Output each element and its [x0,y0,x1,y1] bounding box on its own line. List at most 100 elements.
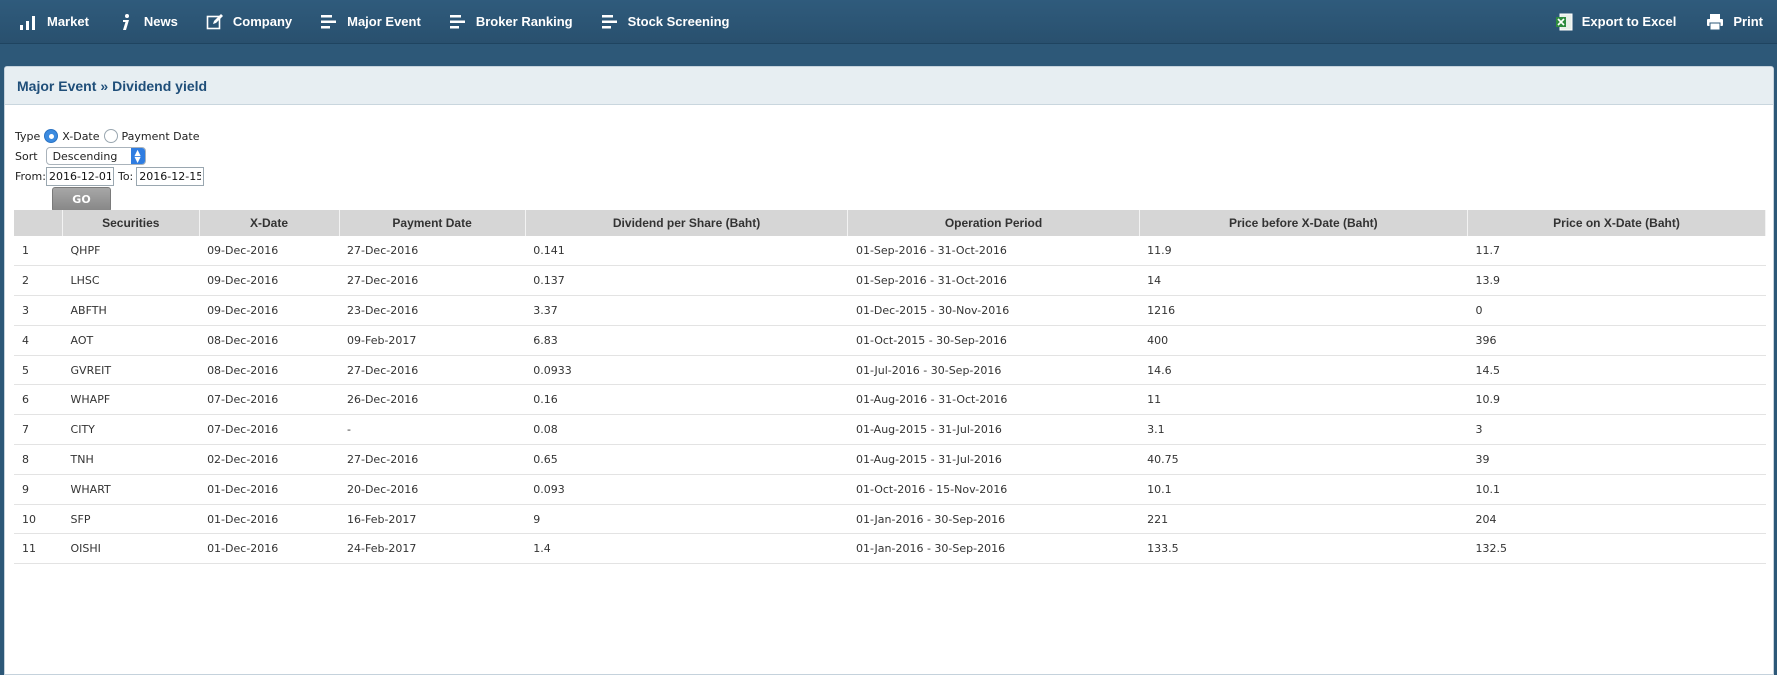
security-symbol-cell[interactable]: ABFTH [62,295,200,326]
price-on-x-date-cell: 396 [1467,325,1766,356]
table-row: 1 QHPF 09-Dec-2016 27-Dec-2016 0.141 01-Sep-2… [14,236,1766,267]
price-before-x-date-cell: 221 [1139,504,1468,535]
table-row: 10 SFP 01-Dec-2016 16-Feb-2017 9 01-Jan-2016 … [14,504,1766,535]
x-date-cell: 01-Dec-2016 [199,504,339,535]
dividend-table: Securities X-Date Payment Date Dividend … [14,210,1766,565]
table-row: 9 WHART 01-Dec-2016 20-Dec-2016 0.093 01-Oct-… [14,474,1766,505]
payment-date-cell: 27-Dec-2016 [339,236,526,267]
security-symbol-cell[interactable]: AOT [62,325,200,356]
security-symbol-cell[interactable]: WHART [62,474,200,505]
row-index-cell: 10 [14,504,63,535]
price-on-x-date-cell: 13.9 [1467,265,1766,297]
column-header-dividend[interactable]: Dividend per Share (Baht) [525,210,849,236]
payment-date-cell: 20-Dec-2016 [339,474,526,505]
operation-period-cell: 01-Aug-2015 - 31-Jul-2016 [847,414,1140,446]
list-icon [318,12,340,32]
nav-broker-ranking[interactable]: Broker Ranking [447,0,573,44]
operation-period-cell: 01-Dec-2015 - 30-Nov-2016 [847,295,1140,326]
column-header-payment-date[interactable]: Payment Date [339,210,526,236]
dividend-per-share-cell: 0.093 [525,474,848,505]
nav-news[interactable]: News [115,0,178,44]
payment-date-cell: 16-Feb-2017 [339,504,526,535]
print-button[interactable]: Print [1704,0,1763,44]
dividend-table-container: Securities X-Date Payment Date Dividend … [14,210,1766,565]
breadcrumb-section[interactable]: Major Event [17,78,96,94]
export-excel-label: Export to Excel [1581,14,1677,29]
security-symbol-cell[interactable]: GVREIT [62,355,200,386]
column-header-securities[interactable]: Securities [62,210,200,236]
x-date-cell: 08-Dec-2016 [199,325,339,356]
security-symbol-cell[interactable]: WHAPF [62,384,200,416]
price-before-x-date-cell: 40.75 [1139,444,1468,475]
from-date-input[interactable] [45,166,114,186]
dividend-per-share-cell: 0.65 [525,444,848,475]
nav-market-label: Market [47,14,89,29]
nav-broker-ranking-label: Broker Ranking [475,14,573,29]
nav-stock-screening-label: Stock Screening [627,14,730,29]
security-symbol-cell[interactable]: LHSC [62,265,200,297]
utility-menu: Export to Excel Print [1525,0,1777,44]
payment-date-cell: 24-Feb-2017 [339,533,526,565]
type-payment-date-label[interactable]: Payment Date [122,130,200,143]
row-index-cell: 2 [14,265,63,297]
price-on-x-date-cell: 132.5 [1467,533,1766,565]
dividend-per-share-cell: 1.4 [525,533,848,565]
type-payment-date-radio[interactable] [103,129,118,143]
row-index-cell: 11 [14,533,63,565]
price-before-x-date-cell: 14 [1139,265,1468,297]
nav-stock-screening[interactable]: Stock Screening [599,0,730,44]
date-range-row: From: To: [15,166,1773,186]
dividend-per-share-cell: 0.141 [525,236,848,267]
x-date-cell: 07-Dec-2016 [199,384,339,416]
payment-date-cell: - [339,414,526,446]
operation-period-cell: 01-Jan-2016 - 30-Sep-2016 [847,504,1140,535]
column-header-price-before[interactable]: Price before X-Date (Baht) [1139,210,1469,236]
export-excel-button[interactable]: Export to Excel [1553,0,1677,44]
column-header-x-date[interactable]: X-Date [199,210,340,236]
nav-company[interactable]: Company [204,0,292,44]
column-header-operation-period[interactable]: Operation Period [847,210,1140,236]
payment-date-cell: 27-Dec-2016 [339,444,526,475]
list-icon [447,12,469,32]
go-button[interactable]: GO [52,187,111,212]
price-on-x-date-cell: 3 [1467,414,1766,446]
list-icon [599,12,621,32]
security-symbol-cell[interactable]: QHPF [62,236,200,267]
row-index-cell: 5 [14,355,63,386]
table-row: 8 TNH 02-Dec-2016 27-Dec-2016 0.65 01-Aug-201… [14,444,1766,475]
security-symbol-cell[interactable]: TNH [62,444,200,475]
table-row: 2 LHSC 09-Dec-2016 27-Dec-2016 0.137 01-Sep-2… [14,265,1766,297]
type-xdate-radio[interactable] [44,129,59,143]
price-on-x-date-cell: 39 [1467,444,1766,475]
to-date-input[interactable] [136,166,205,186]
x-date-cell: 09-Dec-2016 [199,295,339,326]
table-row: 7 CITY 07-Dec-2016-0.08 01-Aug-2015 - 31-Ju… [14,414,1766,446]
security-symbol-cell[interactable]: CITY [62,414,200,446]
operation-period-cell: 01-Aug-2016 - 31-Oct-2016 [847,384,1140,416]
chevron-updown-icon: ▲ ▼ [130,148,145,164]
table-row: 6 WHAPF 07-Dec-2016 26-Dec-2016 0.16 01-Aug-2… [14,384,1766,416]
x-date-cell: 01-Dec-2016 [199,533,339,565]
dividend-per-share-cell: 0.08 [525,414,848,446]
type-row: Type X-Date Payment Date [15,127,1773,145]
nav-news-label: News [143,14,178,29]
security-symbol-cell[interactable]: OISHI [62,533,200,565]
sort-select[interactable]: Descending ▲ ▼ [45,147,146,165]
x-date-cell: 09-Dec-2016 [199,265,339,297]
security-symbol-cell[interactable]: SFP [62,504,200,535]
operation-period-cell: 01-Oct-2016 - 15-Nov-2016 [847,474,1140,505]
type-xdate-label[interactable]: X-Date [62,130,99,143]
sort-label: Sort [15,149,38,163]
column-header-price-on[interactable]: Price on X-Date (Baht) [1467,210,1766,236]
info-icon [115,12,137,32]
nav-market[interactable]: Market [18,0,89,44]
breadcrumb-page: Dividend yield [112,77,208,94]
operation-period-cell: 01-Aug-2015 - 31-Jul-2016 [847,444,1140,475]
dividend-per-share-cell: 0.137 [525,265,848,297]
price-on-x-date-cell: 0 [1467,295,1766,326]
nav-major-event[interactable]: Major Event [318,0,421,44]
nav-major-event-label: Major Event [347,14,421,29]
payment-date-cell: 27-Dec-2016 [339,355,526,386]
printer-icon [1704,12,1726,32]
sort-select-value: Descending [52,149,118,163]
